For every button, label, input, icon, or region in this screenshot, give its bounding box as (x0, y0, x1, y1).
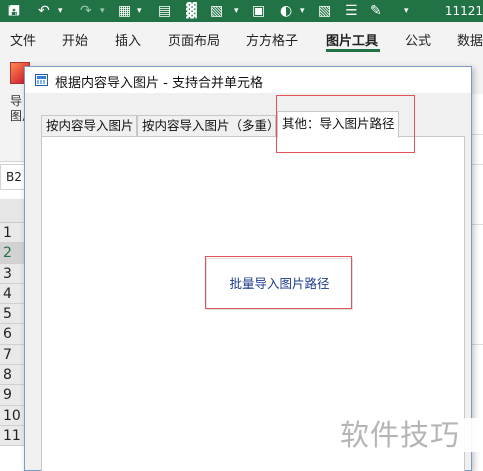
row-header-10[interactable]: 10 (0, 405, 26, 426)
undo-dropdown-icon[interactable]: ▾ (58, 2, 63, 20)
paint-icon[interactable]: ✎ (370, 2, 382, 20)
dialog-app-icon (35, 74, 48, 86)
row-header-3[interactable]: 3 (0, 263, 26, 284)
table-tools-icon[interactable]: ▧ (210, 2, 223, 20)
tab-other-import-paths[interactable]: 其他：导入图片路径 (277, 111, 399, 138)
ribbon-tab-home[interactable]: 开始 (62, 30, 88, 49)
tab-import-by-content-multi[interactable]: 按内容导入图片（多重） (137, 115, 280, 137)
ribbon-tab-file[interactable]: 文件 (10, 30, 36, 49)
ribbon-tab-insert[interactable]: 插入 (115, 30, 141, 49)
dialog-title-bar[interactable]: 根据内容导入图片 - 支持合并单元格 (25, 67, 471, 93)
sheet-grid-edge (472, 94, 483, 471)
shapes-icon[interactable]: ◐ (280, 2, 292, 20)
ribbon-tab-page-layout[interactable]: 页面布局 (168, 30, 220, 49)
undo-icon[interactable]: ↶ (38, 2, 50, 20)
row-header-7[interactable]: 7 (0, 344, 26, 366)
tab-import-by-content[interactable]: 按内容导入图片 (41, 115, 137, 137)
chart-icon[interactable]: ▓ (186, 2, 197, 20)
select-grid-icon[interactable]: ▦ (118, 2, 131, 20)
ribbon-tab-data[interactable]: 数据 (457, 30, 483, 49)
ribbon-tab-picture-tools[interactable]: 图片工具 (326, 30, 378, 49)
watermark: 软件技巧 (340, 418, 483, 452)
ribbon-tab-bar: 文件 开始 插入 页面布局 方方格子 图片工具 公式 数据 (0, 22, 483, 54)
select-all-corner[interactable] (0, 199, 26, 223)
ribbon-tab-formulas[interactable]: 公式 (405, 30, 431, 49)
row-header-5[interactable]: 5 (0, 304, 26, 325)
import-pictures-dialog: 根据内容导入图片 - 支持合并单元格 按内容导入图片 按内容导入图片（多重） 其… (24, 66, 472, 471)
form-icon[interactable]: ▤ (158, 2, 171, 20)
row-header-2[interactable]: 2 (0, 243, 26, 264)
row-header-11[interactable]: 11 (0, 425, 26, 447)
row-header-9[interactable]: 9 (0, 385, 26, 406)
name-box[interactable]: B2 (0, 164, 26, 190)
align-icon[interactable]: ☰ (345, 2, 358, 20)
row-header-4[interactable]: 4 (0, 283, 26, 305)
batch-import-paths-button[interactable]: 批量导入图片路径 (206, 258, 353, 310)
redo-icon: ↷ (80, 3, 92, 19)
text-box-icon[interactable]: ▧ (318, 2, 331, 20)
ribbon-tab-ffcell[interactable]: 方方格子 (246, 30, 298, 49)
row-headers: 1 2 3 4 5 6 7 8 9 10 11 (0, 223, 26, 447)
customize-qat-icon[interactable]: ▾ (404, 2, 409, 20)
row-header-6[interactable]: 6 (0, 324, 26, 345)
image-frame-icon[interactable]: ▣ (252, 2, 265, 20)
table-dropdown-icon[interactable]: ▾ (234, 2, 239, 20)
row-header-1[interactable]: 1 (0, 223, 26, 244)
quick-access-toolbar: 🖪 ↶ ▾ ↷ ▾ ▦ ▾ ▤ ▓ ▧ ▾ ▣ ◐ ▾ ▧ ☰ ✎ ▾ 1112… (0, 0, 483, 22)
row-header-8[interactable]: 8 (0, 365, 26, 386)
redo-dropdown-icon: ▾ (100, 6, 105, 16)
select-dropdown-icon[interactable]: ▾ (137, 2, 142, 20)
save-icon[interactable]: 🖪 (8, 2, 20, 20)
shapes-dropdown-icon[interactable]: ▾ (300, 2, 305, 20)
dialog-title: 根据内容导入图片 - 支持合并单元格 (55, 76, 263, 91)
window-title-fragment: 11121 (444, 4, 483, 18)
active-tab-indicator (326, 49, 380, 52)
